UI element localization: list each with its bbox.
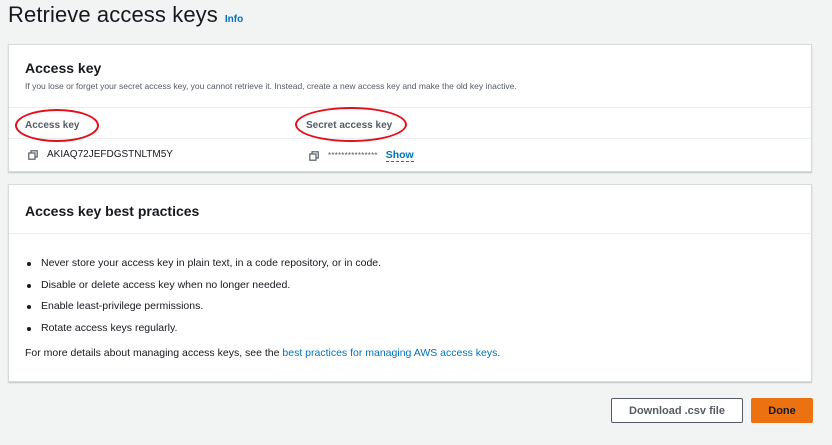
divider xyxy=(9,233,811,234)
list-item: Rotate access keys regularly. xyxy=(25,322,381,344)
more-details-text: For more details about managing access k… xyxy=(25,347,500,359)
copy-icon[interactable] xyxy=(309,150,319,161)
access-key-description: If you lose or forget your secret access… xyxy=(25,81,517,91)
list-item-text: Disable or delete access key when no lon… xyxy=(41,278,291,291)
download-csv-button[interactable]: Download .csv file xyxy=(611,398,743,423)
copy-icon[interactable] xyxy=(28,149,38,160)
info-link[interactable]: Info xyxy=(225,14,243,25)
list-item-text: Enable least-privilege permissions. xyxy=(41,300,204,312)
bullet-icon xyxy=(27,262,31,266)
list-item: Disable or delete access key when no lon… xyxy=(25,279,381,301)
table-header-row: Access key Secret access key xyxy=(9,107,811,139)
bullet-icon xyxy=(27,326,31,331)
bullet-icon xyxy=(27,283,31,288)
best-practices-list: Never store your access key in plain tex… xyxy=(25,257,381,343)
list-item: Never store your access key in plain tex… xyxy=(25,257,381,279)
access-key-panel-title: Access key xyxy=(25,60,102,76)
red-annotation-circle-access-key xyxy=(15,109,99,142)
page-title: Retrieve access keys xyxy=(8,2,218,27)
more-details-suffix: . xyxy=(497,347,501,359)
secret-access-key-cell: *************** Show xyxy=(309,149,414,162)
done-button[interactable]: Done xyxy=(751,398,813,423)
show-secret-link[interactable]: Show xyxy=(385,149,414,162)
access-key-value: AKIAQ72JEFDGSTNLTM5Y xyxy=(47,149,173,160)
bullet-icon xyxy=(27,305,31,309)
best-practices-panel: Access key best practices Never store yo… xyxy=(8,184,812,382)
best-practices-title: Access key best practices xyxy=(25,203,200,219)
page-header: Retrieve access keys Info xyxy=(8,2,243,28)
more-details-prefix: For more details about managing access k… xyxy=(25,347,283,359)
list-item-text: Rotate access keys regularly. xyxy=(41,321,178,334)
access-key-cell: AKIAQ72JEFDGSTNLTM5Y xyxy=(28,149,173,160)
secret-access-key-masked: *************** xyxy=(328,151,378,160)
access-key-panel: Access key If you lose or forget your se… xyxy=(8,44,812,172)
list-item: Enable least-privilege permissions. xyxy=(25,300,381,322)
best-practices-link[interactable]: best practices for managing AWS access k… xyxy=(282,347,497,359)
red-annotation-circle-secret-key xyxy=(295,107,407,142)
list-item-text: Never store your access key in plain tex… xyxy=(41,257,382,269)
